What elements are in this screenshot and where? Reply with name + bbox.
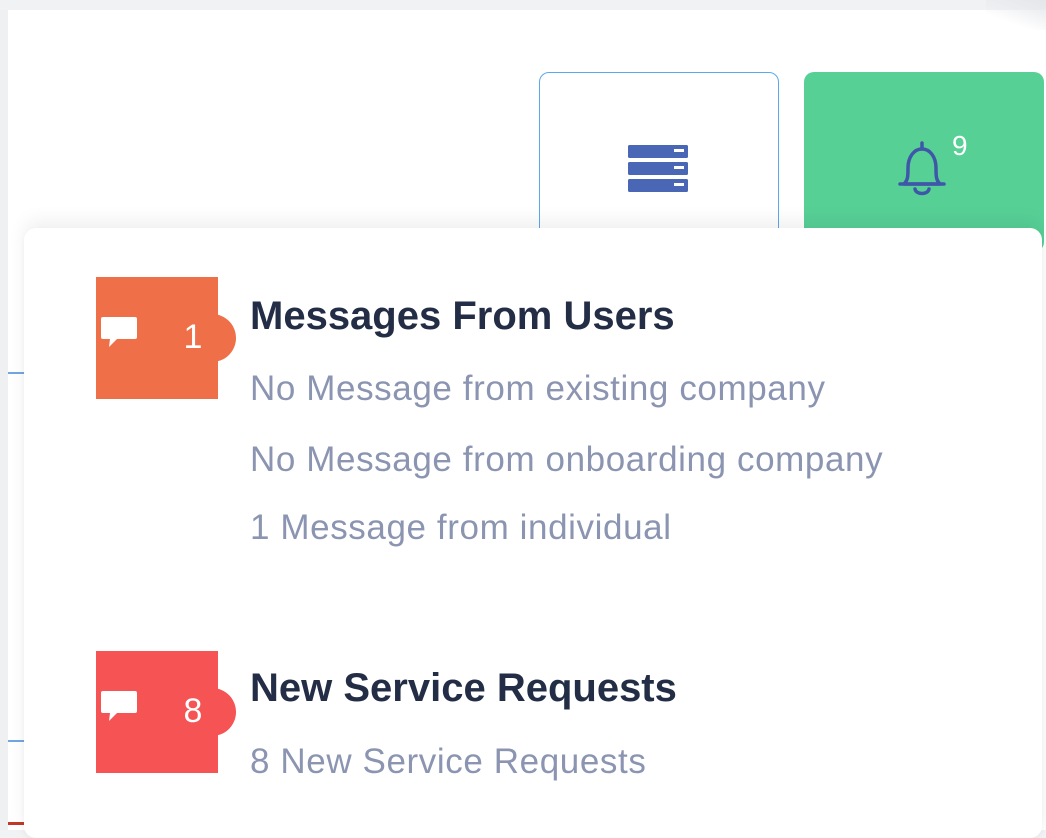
chat-bubble-icon	[101, 691, 137, 721]
notification-badge: 1	[96, 277, 236, 399]
notification-title: New Service Requests	[250, 666, 677, 710]
notification-detail: 1 Message from individual	[250, 508, 672, 547]
background-strip	[0, 10, 8, 830]
badge-count: 1	[183, 318, 203, 356]
notification-detail: No Message from existing company	[250, 369, 826, 408]
notifications-dropdown: 1 Messages From Users No Message from ex…	[24, 228, 1042, 838]
notification-title: Messages From Users	[250, 294, 675, 338]
server-list-icon	[628, 145, 688, 192]
background-accent-line	[8, 740, 24, 742]
background-accent-line	[8, 372, 24, 374]
corner-shade	[986, 0, 1046, 30]
badge-count: 8	[183, 692, 203, 730]
notification-detail: No Message from onboarding company	[250, 440, 884, 479]
notification-detail: 8 New Service Requests	[250, 742, 647, 781]
chat-bubble-icon	[101, 317, 137, 347]
background-accent-line	[8, 822, 24, 825]
notification-item-service-requests[interactable]: 8 New Service Requests 8 New Service Req…	[96, 651, 1016, 791]
notification-count-badge: 9	[952, 130, 968, 161]
notifications-button[interactable]: 9	[804, 72, 1044, 252]
menu-button[interactable]	[539, 72, 779, 252]
bell-icon	[898, 141, 946, 196]
notification-item-messages[interactable]: 1 Messages From Users No Message from ex…	[96, 277, 1016, 597]
notification-badge: 8	[96, 651, 236, 773]
